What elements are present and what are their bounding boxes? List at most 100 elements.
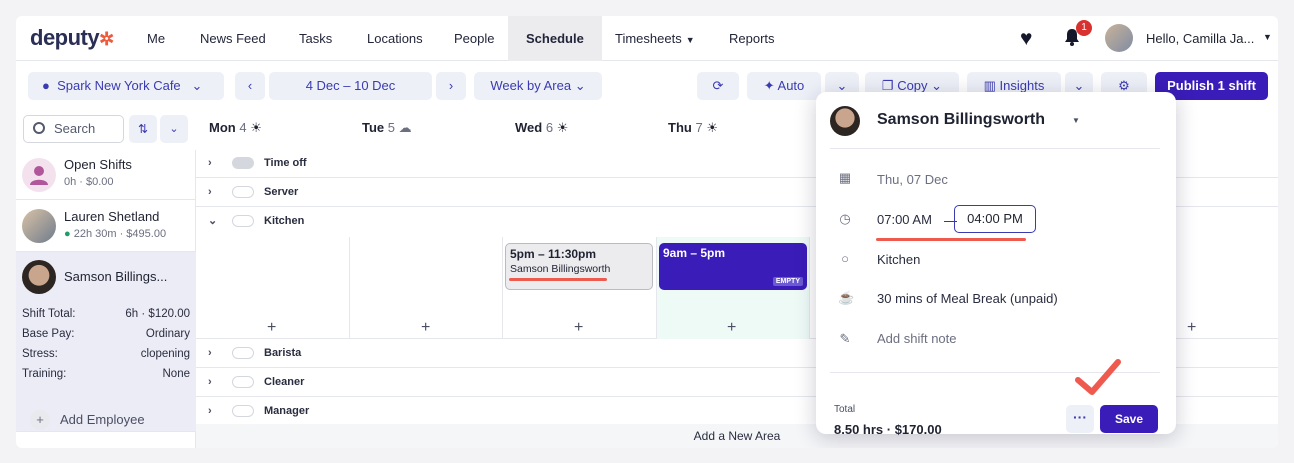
auto-button[interactable]: ✦ Auto	[747, 72, 821, 100]
deputy-logo[interactable]: deputy✲	[30, 25, 114, 51]
shift-employee: Samson Billingsworth	[510, 263, 611, 275]
chevron-right-icon[interactable]: ›	[208, 397, 212, 425]
shift-time: 9am – 5pm	[663, 246, 726, 260]
sort-button[interactable]: ⇅	[129, 115, 157, 143]
day-header-wed: Wed 6 ☀	[515, 120, 569, 135]
location-pin-icon: ●	[42, 78, 50, 93]
avatar	[830, 106, 860, 136]
shift-card-samson[interactable]: 5pm – 11:30pm Samson Billingsworth	[505, 243, 653, 290]
employee-samson-billingsworth[interactable]: Samson Billings... Shift Total: 6h · $120…	[16, 252, 196, 432]
area-toggle[interactable]	[232, 376, 254, 388]
prev-week-button[interactable]: ‹	[235, 72, 265, 100]
location-select[interactable]: ● Spark New York Cafe ⌄	[28, 72, 224, 100]
notification-badge: 1	[1076, 20, 1092, 36]
area-toggle[interactable]	[232, 405, 254, 417]
add-shift-plus-icon[interactable]: +	[574, 319, 583, 337]
day-header-mon: Mon 4 ☀	[209, 120, 262, 135]
column-divider	[656, 237, 657, 339]
red-checkmark-annotation	[1075, 359, 1121, 395]
area-toggle[interactable]	[232, 215, 254, 227]
employee-hours: 0h · $0.00	[64, 176, 114, 188]
note-icon: ✎	[839, 331, 851, 346]
clock-icon: ◷	[839, 211, 851, 226]
view-select[interactable]: Week by Area ⌄	[474, 72, 602, 100]
shift-card-empty[interactable]: 9am – 5pm EMPTY	[659, 243, 807, 290]
employee-name: Open Shifts	[64, 157, 132, 172]
sun-icon: ☀	[706, 120, 718, 135]
user-greeting[interactable]: Hello, Camilla Ja...	[1146, 31, 1254, 46]
day-header-tue: Tue 5 ☁	[362, 120, 412, 135]
sort-icon: ⇅	[137, 122, 149, 136]
chevron-right-icon[interactable]: ›	[208, 339, 212, 367]
plus-icon: +	[30, 410, 50, 430]
top-nav: deputy✲ Me News Feed Tasks Locations Peo…	[16, 16, 1278, 61]
search-input[interactable]: Search	[23, 115, 124, 143]
start-time-input[interactable]: 07:00 AM	[877, 212, 932, 227]
nav-locations[interactable]: Locations	[367, 16, 423, 61]
end-time-input[interactable]: 04:00 PM	[954, 205, 1036, 233]
next-week-button[interactable]: ›	[436, 72, 466, 100]
employee-hours: ● 22h 30m · $495.00	[64, 228, 167, 240]
chevron-down-icon[interactable]: ⌄	[208, 207, 217, 235]
chevron-right-icon[interactable]: ›	[208, 178, 212, 206]
nav-reports[interactable]: Reports	[729, 16, 775, 61]
shift-note-input[interactable]: Add shift note	[877, 331, 957, 346]
caret-down-icon: ▼	[685, 35, 695, 45]
stress-row: Stress: clopening	[22, 348, 190, 360]
column-divider	[502, 237, 503, 339]
employee-select[interactable]: Samson Billingsworth	[877, 111, 1045, 129]
more-options-button[interactable]: ···	[1066, 405, 1094, 433]
area-toggle[interactable]	[232, 157, 254, 169]
total-value: 8.50 hrs · $170.00	[834, 422, 942, 437]
chevron-down-icon: ⌄	[191, 78, 203, 93]
column-divider	[809, 237, 810, 339]
refresh-button[interactable]: ⟳	[697, 72, 739, 100]
chevron-down-icon: ⌄	[1073, 78, 1085, 93]
caret-down-icon[interactable]: ▼	[1263, 32, 1272, 42]
meal-break[interactable]: 30 mins of Meal Break (unpaid)	[877, 291, 1058, 306]
area-select[interactable]: Kitchen	[877, 252, 920, 267]
day-header-thu: Thu 7 ☀	[668, 120, 718, 135]
total-label: Total	[834, 404, 856, 415]
nav-timesheets[interactable]: Timesheets ▼	[615, 16, 695, 61]
add-shift-plus-icon[interactable]: +	[267, 319, 276, 337]
nav-news-feed[interactable]: News Feed	[200, 16, 266, 61]
logo-star-icon: ✲	[99, 29, 114, 49]
divider	[830, 148, 1160, 149]
employee-open-shifts[interactable]: Open Shifts 0h · $0.00	[16, 150, 196, 200]
base-pay-row: Base Pay: Ordinary	[22, 328, 190, 340]
nav-people[interactable]: People	[454, 16, 494, 61]
chevron-down-icon: ⌄	[169, 123, 179, 135]
sort-dropdown-button[interactable]: ⌄	[160, 115, 188, 143]
employee-sidebar: Open Shifts 0h · $0.00 Lauren Shetland ●…	[16, 150, 196, 448]
training-row: Training: None	[22, 368, 190, 380]
sparkle-icon: ✦	[763, 78, 775, 93]
shift-edit-popover: Samson Billingsworth ▼ ▦ Thu, 07 Dec ◷ 0…	[816, 92, 1176, 437]
heart-icon[interactable]: ♥	[1020, 27, 1032, 51]
red-annotation-underline	[876, 238, 1026, 241]
chevron-right-icon[interactable]: ›	[208, 149, 212, 177]
nav-schedule[interactable]: Schedule	[508, 16, 602, 61]
nav-me[interactable]: Me	[147, 16, 165, 61]
add-shift-plus-icon[interactable]: +	[727, 319, 736, 337]
chevron-right-icon[interactable]: ›	[208, 368, 212, 396]
area-circle-icon: ○	[841, 251, 849, 266]
nav-tasks[interactable]: Tasks	[299, 16, 332, 61]
refresh-icon: ⟳	[712, 78, 724, 93]
red-annotation-underline	[509, 278, 607, 281]
add-shift-plus-icon[interactable]: +	[1187, 319, 1196, 337]
shift-date[interactable]: Thu, 07 Dec	[877, 172, 948, 187]
add-employee-button[interactable]: + Add Employee	[30, 410, 145, 430]
avatar	[22, 260, 56, 294]
area-toggle[interactable]	[232, 347, 254, 359]
caret-down-icon[interactable]: ▼	[1072, 116, 1080, 125]
add-shift-plus-icon[interactable]: +	[421, 319, 430, 337]
employee-lauren-shetland[interactable]: Lauren Shetland ● 22h 30m · $495.00	[16, 200, 196, 252]
person-icon	[22, 158, 56, 192]
save-button[interactable]: Save	[1100, 405, 1158, 433]
cloud-icon: ☁	[398, 120, 412, 135]
user-avatar[interactable]	[1105, 24, 1133, 52]
chevron-right-icon: ›	[448, 78, 454, 93]
area-toggle[interactable]	[232, 186, 254, 198]
date-range[interactable]: 4 Dec – 10 Dec	[269, 72, 432, 100]
